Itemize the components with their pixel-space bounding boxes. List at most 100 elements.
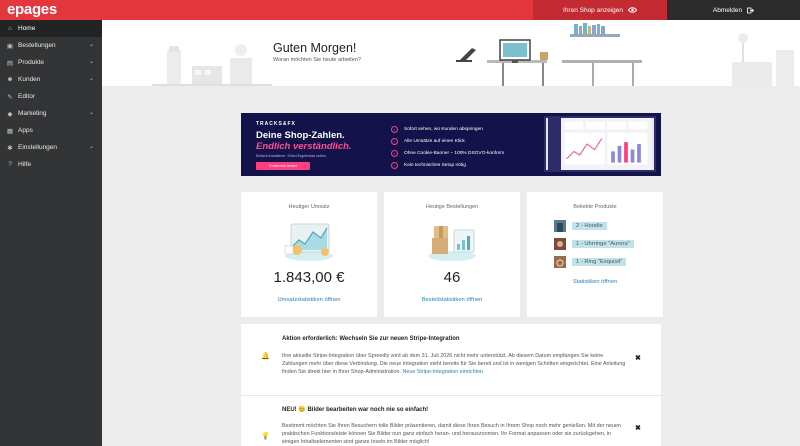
desk-illustration	[456, 23, 642, 86]
users-icon: ☻	[6, 76, 14, 83]
sidebar-item-label: Bestellungen	[18, 42, 56, 49]
box-icon: ▤	[6, 59, 14, 67]
product-label: 2 - Hoodie	[572, 222, 607, 230]
chevron-down-icon: ⌄	[88, 42, 94, 48]
card-title: Heutige Bestellungen	[425, 204, 479, 210]
revenue-value: 1.843,00 €	[273, 269, 345, 286]
cart-icon: ▣	[6, 42, 14, 50]
product-label: 1 - Ring "Exquisit"	[572, 258, 627, 266]
orders-value: 46	[443, 269, 461, 286]
banner-bullet: Alle Umsätze auf einen Klick	[404, 138, 465, 144]
banner-headline: Deine Shop-Zahlen.	[256, 130, 345, 141]
product-row[interactable]: 2 - Hoodie	[554, 220, 607, 232]
close-icon[interactable]: ✖	[635, 424, 641, 432]
room-illustration-right	[732, 33, 794, 86]
sidebar-item-label: Produkte	[18, 59, 45, 66]
tag-icon: ◆	[7, 110, 13, 118]
banner-bullet: Ohne Cookie-Banner – 100% DSGVO-konform	[404, 150, 505, 156]
show-shop-button[interactable]: Ihren Shop anzeigen	[533, 0, 667, 20]
banner-small-text: Einfach installieren. Sofort Ergebnisse …	[256, 154, 327, 158]
list-item: ✓ Sofort sehen, wo Kunden abspringen	[391, 123, 504, 135]
list-item: ✓ Ohne Cookie-Banner – 100% DSGVO-konform	[391, 147, 504, 159]
divider	[241, 395, 661, 396]
sidebar-item-label: Editor	[18, 93, 35, 100]
product-thumbnail	[554, 238, 566, 250]
list-item: ✓ Kein technisches Setup nötig	[391, 159, 504, 171]
product-thumbnail	[554, 220, 566, 232]
sidebar-item-home[interactable]: ⌂ Home	[0, 20, 102, 37]
orders-card: Heutige Bestellungen 46 Bestellstatistik…	[384, 192, 520, 317]
show-shop-label: Ihren Shop anzeigen	[563, 6, 623, 14]
banner-headline-accent: Endlich verständlich.	[256, 141, 352, 152]
popular-products-card: Beliebte Produkte 2 - Hoodie 1 - Uhrring…	[527, 192, 663, 317]
logout-icon	[747, 7, 755, 13]
orders-stats-link[interactable]: Bestellstatistiken öffnen	[384, 297, 520, 303]
logout-button[interactable]: Abmelden	[667, 0, 800, 20]
greeting-header: Guten Morgen! Woran möchten Sie heute ar…	[102, 20, 800, 86]
page-title: Guten Morgen!	[273, 41, 357, 55]
chevron-down-icon: ⌄	[88, 110, 94, 116]
page-subtitle: Woran möchten Sie heute arbeiten?	[273, 57, 361, 63]
revenue-chart-illustration	[284, 223, 333, 261]
chevron-down-icon: ⌄	[88, 76, 94, 82]
check-icon: ✓	[391, 149, 398, 157]
sidebar: ⌂ Home ▣ Bestellungen ⌄ ▤ Produkte ⌄ ☻ K…	[0, 20, 102, 446]
list-item: ✓ Alle Umsätze auf einen Klick	[391, 135, 504, 147]
banner-logo: TRACKS&FX	[256, 121, 296, 127]
sidebar-item-apps[interactable]: ▦ Apps	[0, 122, 102, 139]
close-icon[interactable]: ✖	[635, 354, 641, 362]
sidebar-item-bestellungen[interactable]: ▣ Bestellungen ⌄	[0, 37, 102, 54]
top-bar: epages Ihren Shop anzeigen Abmelden	[0, 0, 800, 20]
home-icon: ⌂	[8, 25, 12, 32]
product-label: 1 - Uhrringe "Aurora"	[572, 240, 634, 248]
logout-label: Abmelden	[712, 6, 743, 14]
gear-icon: ✱	[7, 144, 13, 152]
notice-title: Aktion erforderlich: Wechseln Sie zur ne…	[282, 336, 460, 342]
product-row[interactable]: 1 - Ring "Exquisit"	[554, 256, 627, 268]
orders-boxes-illustration	[428, 226, 476, 261]
bell-icon: 🔔	[261, 353, 270, 360]
card-title: Beliebte Produkte	[573, 204, 617, 210]
stripe-integration-link[interactable]: Neue Stripe-Integration einrichten	[402, 369, 483, 375]
sidebar-item-label: Apps	[18, 127, 33, 134]
check-icon: ✓	[391, 161, 398, 169]
sidebar-item-label: Einstellungen	[18, 144, 58, 151]
product-row[interactable]: 1 - Uhrringe "Aurora"	[554, 238, 634, 250]
banner-bullet: Kein technisches Setup nötig	[404, 162, 466, 168]
sidebar-item-editor[interactable]: ✎ Editor	[0, 88, 102, 105]
tracks-fx-ad-banner[interactable]: TRACKS&FX Deine Shop-Zahlen. Endlich ver…	[241, 113, 661, 176]
chevron-down-icon: ⌄	[88, 59, 94, 65]
product-thumbnail	[554, 256, 566, 268]
room-illustration-left	[152, 44, 272, 86]
banner-cta-button[interactable]: Kostenlos testen	[256, 162, 310, 170]
epages-logo[interactable]: epages	[7, 1, 57, 18]
card-title: Heutiger Umsatz	[288, 204, 330, 210]
eye-icon	[628, 7, 637, 13]
sidebar-item-marketing[interactable]: ◆ Marketing ⌄	[0, 105, 102, 122]
notice-body: Bestimmt möchten Sie Ihren Besuchern tol…	[282, 423, 621, 446]
banner-feature-list: ✓ Sofort sehen, wo Kunden abspringen ✓ All…	[391, 123, 504, 171]
apps-icon: ▦	[6, 127, 14, 135]
sidebar-item-einstellungen[interactable]: ✱ Einstellungen ⌄	[0, 139, 102, 156]
sidebar-item-produkte[interactable]: ▤ Produkte ⌄	[0, 54, 102, 71]
sidebar-item-kunden[interactable]: ☻ Kunden ⌄	[0, 71, 102, 88]
banner-bullet: Sofort sehen, wo Kunden abspringen	[404, 126, 483, 132]
sidebar-item-hilfe[interactable]: ? Hilfe	[0, 156, 102, 173]
help-icon: ?	[8, 161, 12, 168]
notice-body: Ihre aktuelle Stripe-Integration über Sp…	[282, 352, 628, 377]
notifications-panel: Aktion erforderlich: Wechseln Sie zur ne…	[241, 324, 661, 446]
lightbulb-icon: 💡	[261, 433, 270, 440]
sidebar-item-label: Hilfe	[18, 161, 32, 168]
sidebar-item-label: Home	[18, 25, 36, 32]
pencil-icon: ✎	[7, 93, 13, 101]
revenue-card: Heutiger Umsatz 1.843,00 € Umsatzstatist…	[241, 192, 377, 317]
chevron-down-icon: ⌄	[88, 144, 94, 150]
products-stats-link[interactable]: Statistiken öffnen	[527, 279, 663, 285]
sidebar-item-label: Kunden	[18, 76, 41, 83]
check-icon: ✓	[391, 137, 398, 145]
check-icon: ✓	[391, 125, 398, 133]
notice-title: NEU! 😊 Bilder bearbeiten war noch nie so…	[282, 407, 429, 413]
revenue-stats-link[interactable]: Umsatzstatistiken öffnen	[241, 297, 377, 303]
sidebar-item-label: Marketing	[18, 110, 47, 117]
dashboard-screenshot	[544, 116, 656, 172]
